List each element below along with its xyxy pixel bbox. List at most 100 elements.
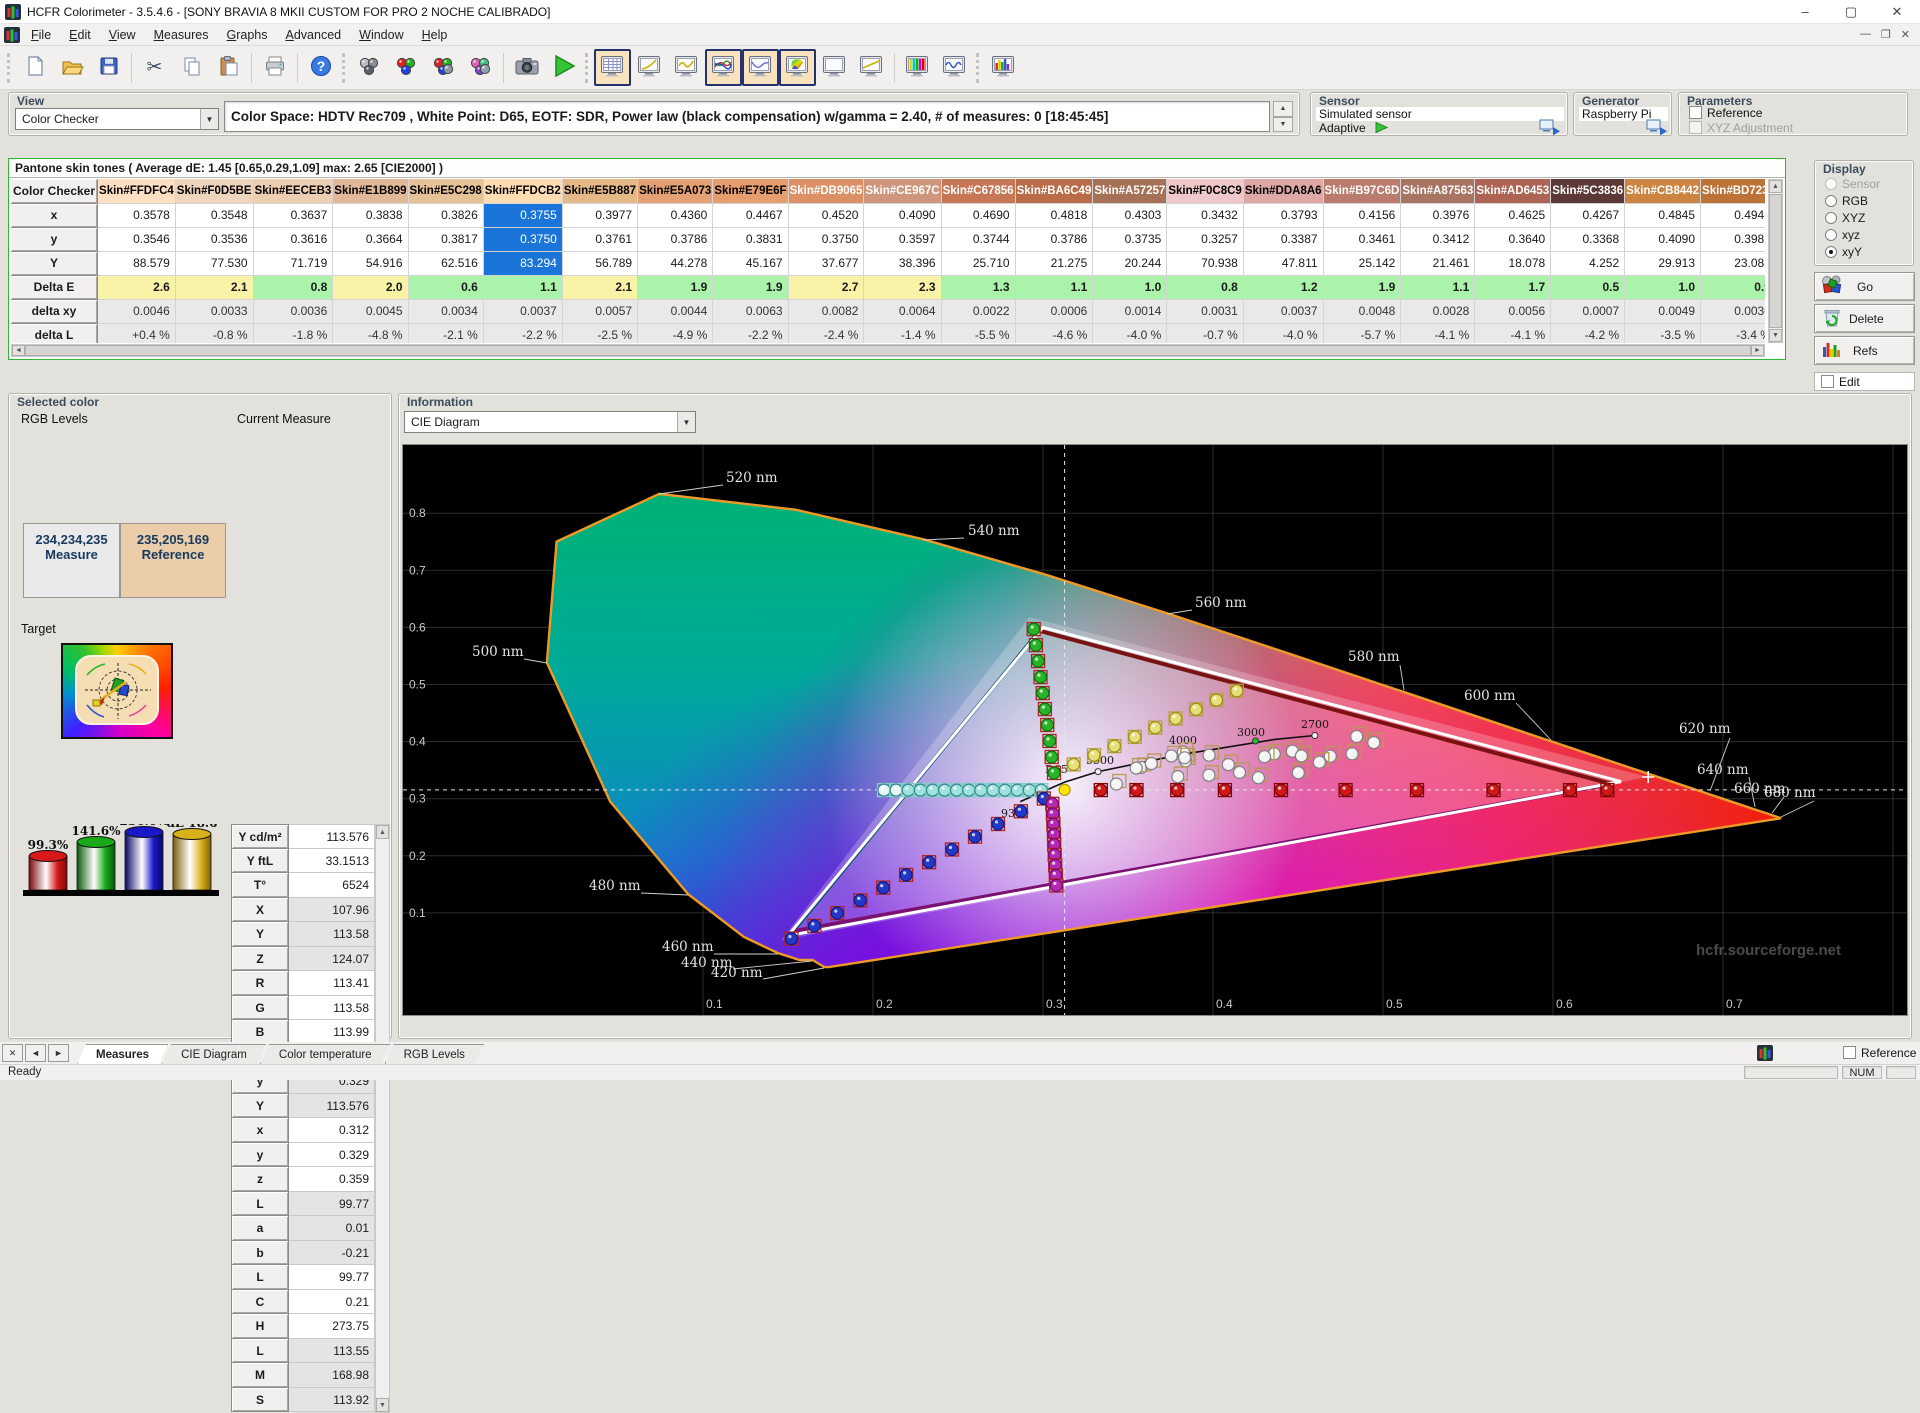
edit-checkbox[interactable] [1821, 375, 1834, 388]
column-header[interactable]: Skin#AD6453 [1474, 179, 1552, 204]
measure-row[interactable]: b -0.21 [231, 1240, 375, 1265]
table-cell[interactable]: 0.3412 [1400, 227, 1476, 252]
table-cell[interactable]: -2.2 % [712, 323, 789, 343]
column-header[interactable]: Skin#BA6C49 [1015, 179, 1094, 204]
table-cell[interactable]: 2.6 [97, 275, 176, 300]
table-cell[interactable]: 0.3546 [97, 227, 176, 252]
measure-row[interactable]: B 113.99 [231, 1020, 375, 1045]
column-header[interactable]: Skin#DB9065 [788, 179, 865, 204]
table-cell[interactable]: 2.1 [562, 275, 639, 300]
measure-row[interactable]: z 0.359 [231, 1167, 375, 1192]
table-cell[interactable]: 1.7 [1474, 275, 1552, 300]
measure-row[interactable]: L 113.55 [231, 1338, 375, 1363]
table-cell[interactable]: 0.0037 [1243, 299, 1324, 324]
toolbar-play-button[interactable] [545, 49, 582, 86]
measures-table[interactable]: Color Checker Skin#FFDFC4 Skin#F0D5BE Skin#… [11, 179, 1765, 343]
table-cell[interactable]: 0.4090 [863, 203, 942, 228]
generator-config-icon[interactable] [1646, 119, 1668, 139]
toolbar-open-button[interactable] [53, 49, 90, 86]
column-header[interactable]: Skin#E79E6F [712, 179, 789, 204]
table-cell[interactable]: 0.3432 [1166, 203, 1244, 228]
table-cell[interactable]: 0.0007 [1550, 299, 1626, 324]
toolbar-print-button[interactable] [256, 49, 293, 86]
radio-icon[interactable] [1825, 195, 1837, 207]
measure-row[interactable]: Y 113.576 [231, 1093, 375, 1118]
column-header[interactable]: Skin#EECEB3 [253, 179, 334, 204]
table-cell[interactable]: 37.677 [788, 251, 865, 276]
table-cell[interactable]: 2.0 [332, 275, 409, 300]
table-cell[interactable]: 0.3982 [1700, 227, 1765, 252]
toolbar-view-blank-button[interactable] [816, 49, 853, 86]
measure-row[interactable]: G 113.58 [231, 995, 375, 1020]
table-cell[interactable]: 0.0048 [1323, 299, 1402, 324]
table-cell[interactable]: 0.3637 [253, 203, 334, 228]
chevron-down-icon[interactable]: ▼ [200, 109, 218, 129]
table-cell[interactable]: 0.4690 [941, 203, 1016, 228]
table-cell[interactable]: 54.916 [332, 251, 409, 276]
table-cell[interactable]: 0.3817 [408, 227, 484, 252]
row-header[interactable]: delta L [11, 323, 99, 343]
table-cell[interactable]: 0.0049 [1624, 299, 1702, 324]
table-cell[interactable]: 0.4090 [1624, 227, 1702, 252]
table-cell[interactable]: 0.3536 [175, 227, 254, 252]
table-cell[interactable]: 0.4467 [712, 203, 789, 228]
table-cell[interactable]: 0.3838 [332, 203, 409, 228]
measure-row[interactable]: M 168.98 [231, 1363, 375, 1388]
table-cell[interactable]: 1.9 [1323, 275, 1402, 300]
measure-row[interactable]: L 99.77 [231, 1191, 375, 1216]
table-cell[interactable]: 83.294 [483, 251, 563, 276]
menu-measures[interactable]: Measures [145, 25, 218, 45]
tab-color-temperature[interactable]: Color temperature [260, 1044, 391, 1064]
menu-view[interactable]: View [100, 25, 145, 45]
column-header[interactable]: Skin#CE967C [863, 179, 942, 204]
table-cell[interactable]: -5.7 % [1323, 323, 1402, 343]
table-cell[interactable]: 0.9 [1700, 275, 1765, 300]
table-cell[interactable]: 0.6 [408, 275, 484, 300]
measure-row[interactable]: Y 113.58 [231, 922, 375, 947]
table-cell[interactable]: 0.4625 [1474, 203, 1552, 228]
table-cell[interactable]: 1.0 [1092, 275, 1168, 300]
row-header[interactable]: Delta E [11, 275, 99, 300]
table-cell[interactable]: -2.4 % [788, 323, 865, 343]
table-cell[interactable]: 21.461 [1400, 251, 1476, 276]
measure-row[interactable]: X 107.96 [231, 897, 375, 922]
row-header[interactable]: delta xy [11, 299, 99, 324]
table-cell[interactable]: 0.4818 [1015, 203, 1094, 228]
table-cell[interactable]: 1.3 [941, 275, 1016, 300]
display-radio-rgb[interactable]: RGB [1825, 194, 1868, 208]
toolbar-view-grid-button[interactable] [594, 49, 631, 86]
column-header[interactable]: Skin#CB8442 [1624, 179, 1702, 204]
table-cell[interactable]: 0.3664 [332, 227, 409, 252]
tab-scroll-right-button[interactable]: ► [48, 1044, 69, 1062]
table-cell[interactable]: 0.3461 [1323, 227, 1402, 252]
table-horizontal-scrollbar[interactable]: ◄ ► [11, 344, 1765, 357]
tab-cie-diagram[interactable]: CIE Diagram [162, 1044, 266, 1064]
measure-row[interactable]: y 0.329 [231, 1142, 375, 1167]
table-cell[interactable]: 0.0033 [175, 299, 254, 324]
table-cell[interactable]: 0.3761 [562, 227, 639, 252]
table-cell[interactable]: 0.0037 [483, 299, 563, 324]
measure-row[interactable]: Y ftL 33.1513 [231, 848, 375, 873]
table-cell[interactable]: 0.4267 [1550, 203, 1626, 228]
toolbar-view-yellowline-button[interactable] [853, 49, 890, 86]
measure-row[interactable]: a 0.01 [231, 1216, 375, 1241]
table-cell[interactable]: 0.3976 [1400, 203, 1476, 228]
toolbar-view-squiggle-button[interactable] [668, 49, 705, 86]
table-cell[interactable]: 0.3368 [1550, 227, 1626, 252]
view-mode-dropdown[interactable]: Color Checker ▼ [15, 108, 219, 130]
table-cell[interactable]: -1.4 % [863, 323, 942, 343]
table-cell[interactable]: 0.0056 [1474, 299, 1552, 324]
table-cell[interactable]: 1.2 [1243, 275, 1324, 300]
table-cell[interactable]: -4.0 % [1243, 323, 1324, 343]
measure-row[interactable]: x0.312 [231, 1118, 375, 1143]
table-cell[interactable]: 4.252 [1550, 251, 1626, 276]
row-header[interactable]: x [11, 203, 99, 228]
column-header[interactable]: Skin#E5B887 [562, 179, 639, 204]
measure-row[interactable]: L 99.77 [231, 1265, 375, 1290]
table-cell[interactable]: 0.0031 [1166, 299, 1244, 324]
spinner-up-icon[interactable]: ▲ [1273, 101, 1293, 117]
toolbar-sensors-multi-button[interactable] [462, 49, 499, 86]
maximize-button[interactable]: ▢ [1828, 0, 1874, 23]
column-header[interactable]: Skin#FFDFC4 [97, 179, 176, 204]
sensor-play-icon[interactable] [1375, 121, 1389, 136]
